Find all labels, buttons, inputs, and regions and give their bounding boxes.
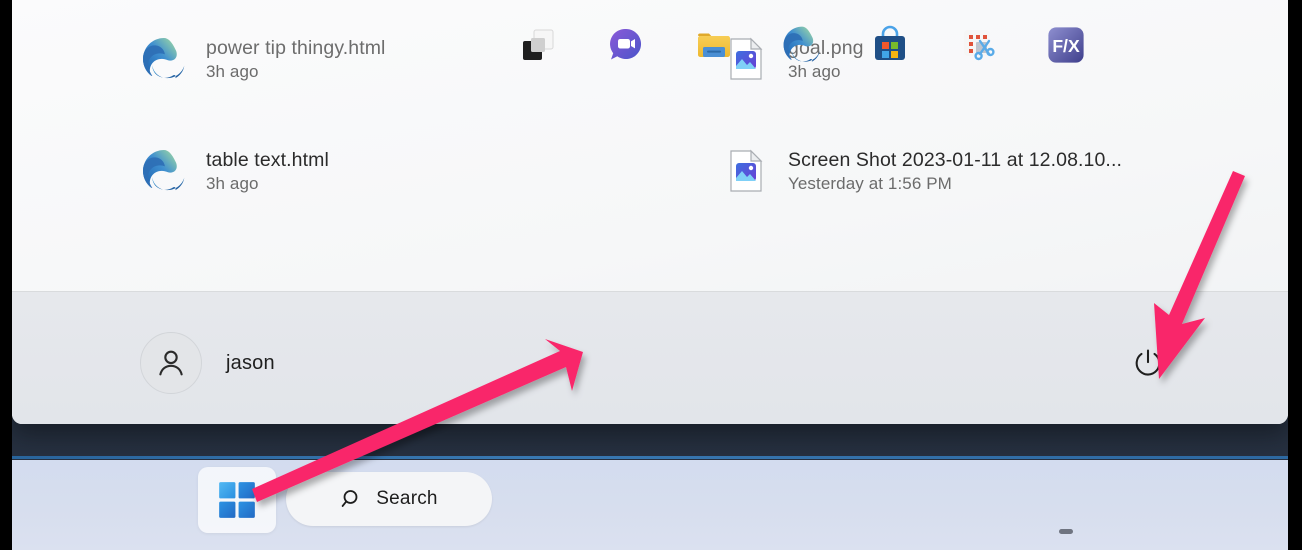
wallpaper-accent-line (12, 456, 1288, 459)
taskbar-app-task-view[interactable] (510, 17, 566, 73)
taskbar-app-fx[interactable]: F/X (1038, 17, 1094, 73)
taskbar-app-snipping-tool[interactable] (950, 17, 1006, 73)
chat-icon (610, 28, 642, 60)
image-file-icon (722, 147, 770, 195)
recommended-item-texts: power tip thingy.html 3h ago (206, 36, 386, 82)
taskbar-app-edge[interactable] (774, 17, 830, 73)
screenshot-root: power tip thingy.html 3h ago goal.png 3h… (0, 0, 1302, 550)
power-button[interactable] (1122, 337, 1174, 389)
avatar (140, 332, 202, 394)
taskbar-app-chat[interactable] (598, 17, 654, 73)
recommended-item-name: table text.html (206, 149, 329, 172)
search-icon (341, 490, 358, 507)
taskbar-app-microsoft-store[interactable] (862, 17, 918, 73)
task-view-icon (523, 29, 554, 60)
svg-text:F/X: F/X (1052, 36, 1080, 56)
windows-logo-icon (219, 482, 255, 518)
recommended-item-time: 3h ago (206, 61, 259, 81)
recommended-item-time: 3h ago (206, 173, 259, 193)
recommended-item-name: power tip thingy.html (206, 37, 386, 60)
fx-icon: F/X (1048, 27, 1084, 63)
recommended-item-texts: Screen Shot 2023-01-11 at 12.08.10... Ye… (788, 148, 1122, 194)
taskbar-running-indicator (1059, 529, 1073, 534)
edge-icon (783, 26, 820, 62)
recommended-item-texts: table text.html 3h ago (206, 148, 329, 194)
start-button[interactable] (198, 467, 276, 533)
edge-icon (140, 147, 188, 195)
folder-icon (698, 33, 730, 57)
store-icon (875, 25, 905, 60)
search-label: Search (376, 488, 438, 509)
search-box[interactable]: Search (286, 472, 492, 526)
username-label: jason (226, 351, 275, 374)
snipping-tool-icon (964, 30, 995, 61)
edge-icon (140, 35, 188, 83)
recommended-item[interactable]: Screen Shot 2023-01-11 at 12.08.10... Ye… (712, 134, 1252, 208)
recommended-item[interactable]: table text.html 3h ago (130, 134, 690, 208)
recommended-item-name: Screen Shot 2023-01-11 at 12.08.10... (788, 149, 1122, 172)
recommended-item-time: Yesterday at 1:56 PM (788, 173, 952, 193)
user-account-button[interactable]: jason (140, 332, 275, 394)
taskbar-app-file-explorer[interactable] (686, 17, 742, 73)
